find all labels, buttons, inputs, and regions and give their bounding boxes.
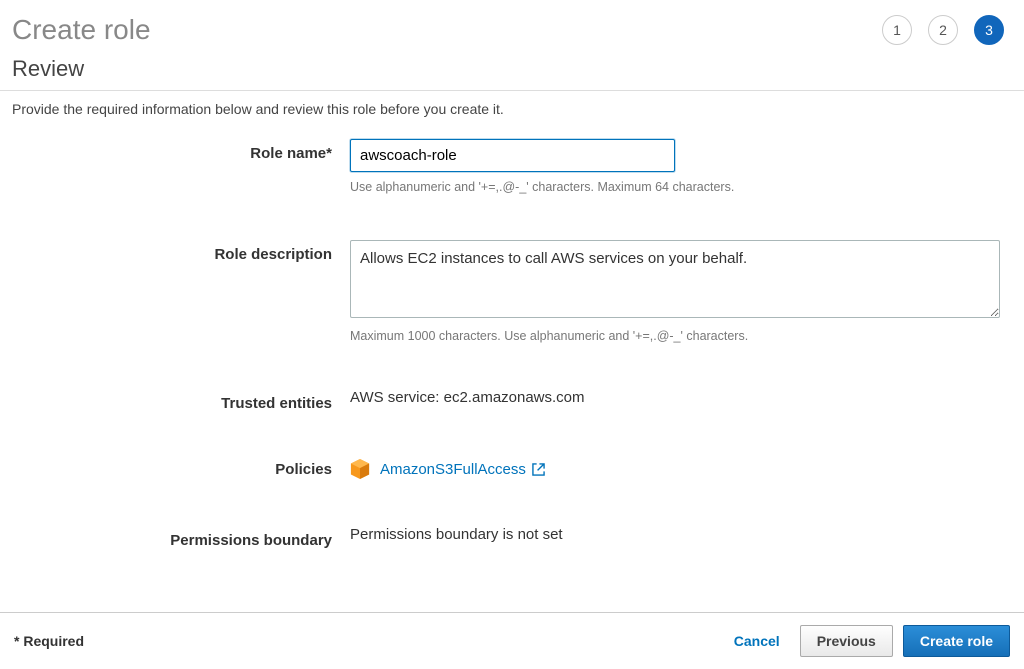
previous-button[interactable]: Previous — [800, 625, 893, 657]
section-instruction: Provide the required information below a… — [0, 101, 1024, 139]
cancel-button[interactable]: Cancel — [724, 625, 790, 657]
step-3[interactable]: 3 — [974, 15, 1004, 45]
role-name-input[interactable] — [350, 139, 675, 172]
external-link-icon — [532, 463, 545, 476]
policy-managed-icon — [350, 458, 370, 480]
role-description-label: Role description — [12, 240, 350, 263]
trusted-entities-label: Trusted entities — [12, 389, 350, 412]
permissions-boundary-label: Permissions boundary — [12, 526, 350, 549]
role-name-hint: Use alphanumeric and '+=,.@-_' character… — [350, 180, 1000, 194]
step-1[interactable]: 1 — [882, 15, 912, 45]
step-indicator: 1 2 3 — [882, 15, 1012, 45]
role-description-hint: Maximum 1000 characters. Use alphanumeri… — [350, 329, 1000, 343]
trusted-entities-value: AWS service: ec2.amazonaws.com — [350, 389, 1000, 406]
role-description-textarea[interactable] — [350, 240, 1000, 318]
policy-link[interactable]: AmazonS3FullAccess — [380, 461, 545, 478]
role-name-label: Role name* — [12, 139, 350, 162]
policies-label: Policies — [12, 461, 350, 478]
page-title: Create role — [12, 14, 151, 46]
policy-row: AmazonS3FullAccess — [350, 458, 1000, 480]
step-2[interactable]: 2 — [928, 15, 958, 45]
section-heading: Review — [12, 56, 1012, 82]
create-role-button[interactable]: Create role — [903, 625, 1010, 657]
permissions-boundary-value: Permissions boundary is not set — [350, 526, 1000, 543]
required-note: * Required — [14, 633, 84, 649]
policy-name: AmazonS3FullAccess — [380, 461, 526, 478]
